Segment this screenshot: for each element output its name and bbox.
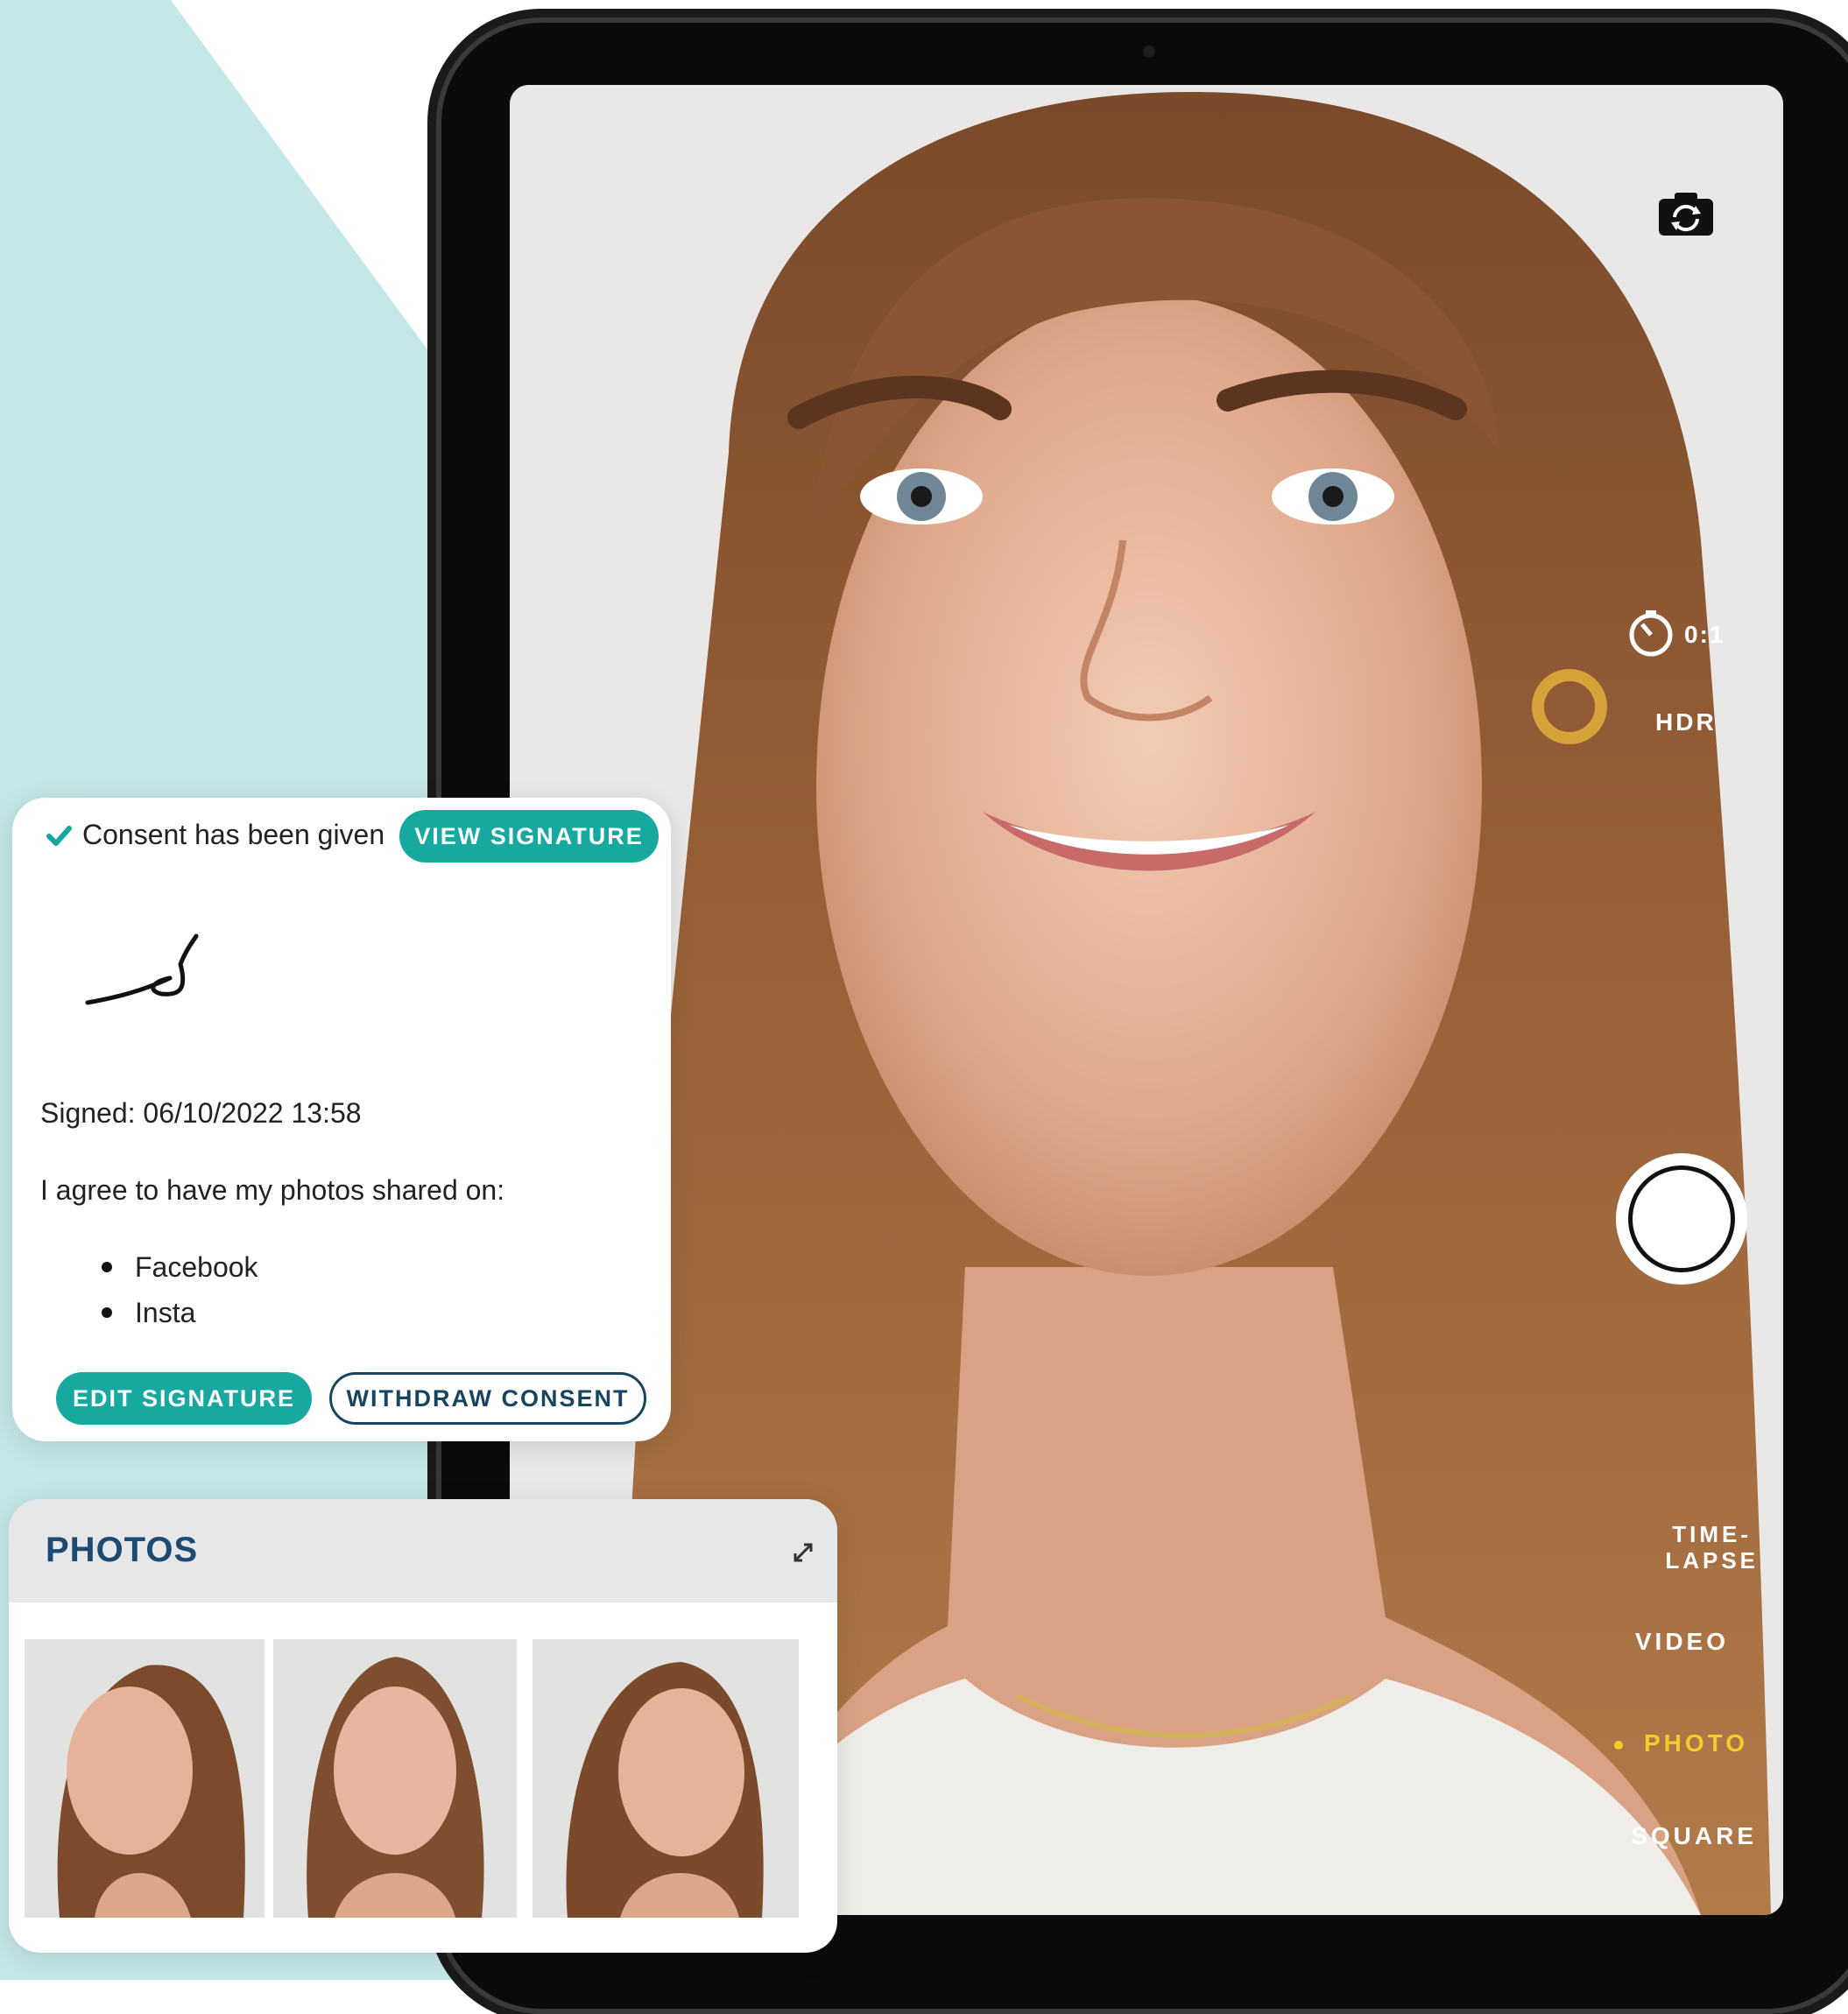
- consent-card: Consent has been given VIEW SIGNATURE Si…: [12, 798, 671, 1441]
- withdraw-consent-button[interactable]: WITHDRAW CONSENT: [329, 1372, 646, 1425]
- flip-camera-icon[interactable]: [1657, 190, 1715, 237]
- photo-thumbnail[interactable]: [25, 1639, 265, 1918]
- share-agreement-text: I agree to have my photos shared on:: [40, 1174, 505, 1206]
- thumbnail-image: [273, 1639, 517, 1918]
- platform-label: Facebook: [135, 1250, 258, 1283]
- signature-image: [85, 933, 199, 1005]
- consent-status: Consent has been given: [44, 819, 384, 851]
- view-signature-button[interactable]: VIEW SIGNATURE: [399, 810, 659, 863]
- mode-square[interactable]: SQUARE: [1631, 1822, 1757, 1850]
- shutter-button-inner: [1628, 1165, 1735, 1272]
- photos-card: PHOTOS: [9, 1499, 837, 1953]
- thumbnail-image: [25, 1639, 265, 1918]
- mode-video[interactable]: VIDEO: [1635, 1628, 1729, 1656]
- timer-label: 0:1: [1684, 621, 1725, 648]
- bullet: [102, 1307, 112, 1318]
- mode-photo[interactable]: PHOTO: [1613, 1729, 1748, 1757]
- mode-timelapse[interactable]: TIME- LAPSE: [1665, 1521, 1759, 1574]
- timer-icon: [1629, 610, 1673, 657]
- photo-thumbnail[interactable]: [273, 1639, 517, 1918]
- photo-thumbnail[interactable]: [533, 1639, 799, 1918]
- signed-timestamp: Signed: 06/10/2022 13:58: [40, 1097, 362, 1129]
- expand-icon[interactable]: [788, 1538, 818, 1567]
- photos-title: PHOTOS: [46, 1531, 199, 1569]
- consent-status-text: Consent has been given: [82, 819, 385, 850]
- share-platform-list: Facebook Insta: [47, 1244, 258, 1335]
- mode-photo-label: PHOTO: [1643, 1729, 1748, 1757]
- edit-signature-button[interactable]: EDIT SIGNATURE: [56, 1372, 312, 1425]
- active-mode-dot: [1613, 1740, 1623, 1750]
- bullet: [102, 1262, 112, 1272]
- shutter-button[interactable]: [1616, 1153, 1747, 1285]
- list-item: Facebook: [47, 1244, 258, 1290]
- check-icon: [46, 825, 72, 846]
- thumbnail-image: [533, 1639, 799, 1918]
- timer-control[interactable]: 0:1: [1626, 610, 1725, 659]
- hdr-toggle[interactable]: HDR: [1655, 708, 1717, 736]
- platform-label: Insta: [135, 1296, 196, 1328]
- photos-header: PHOTOS: [9, 1499, 837, 1602]
- list-item: Insta: [47, 1290, 258, 1335]
- front-camera: [1143, 46, 1155, 58]
